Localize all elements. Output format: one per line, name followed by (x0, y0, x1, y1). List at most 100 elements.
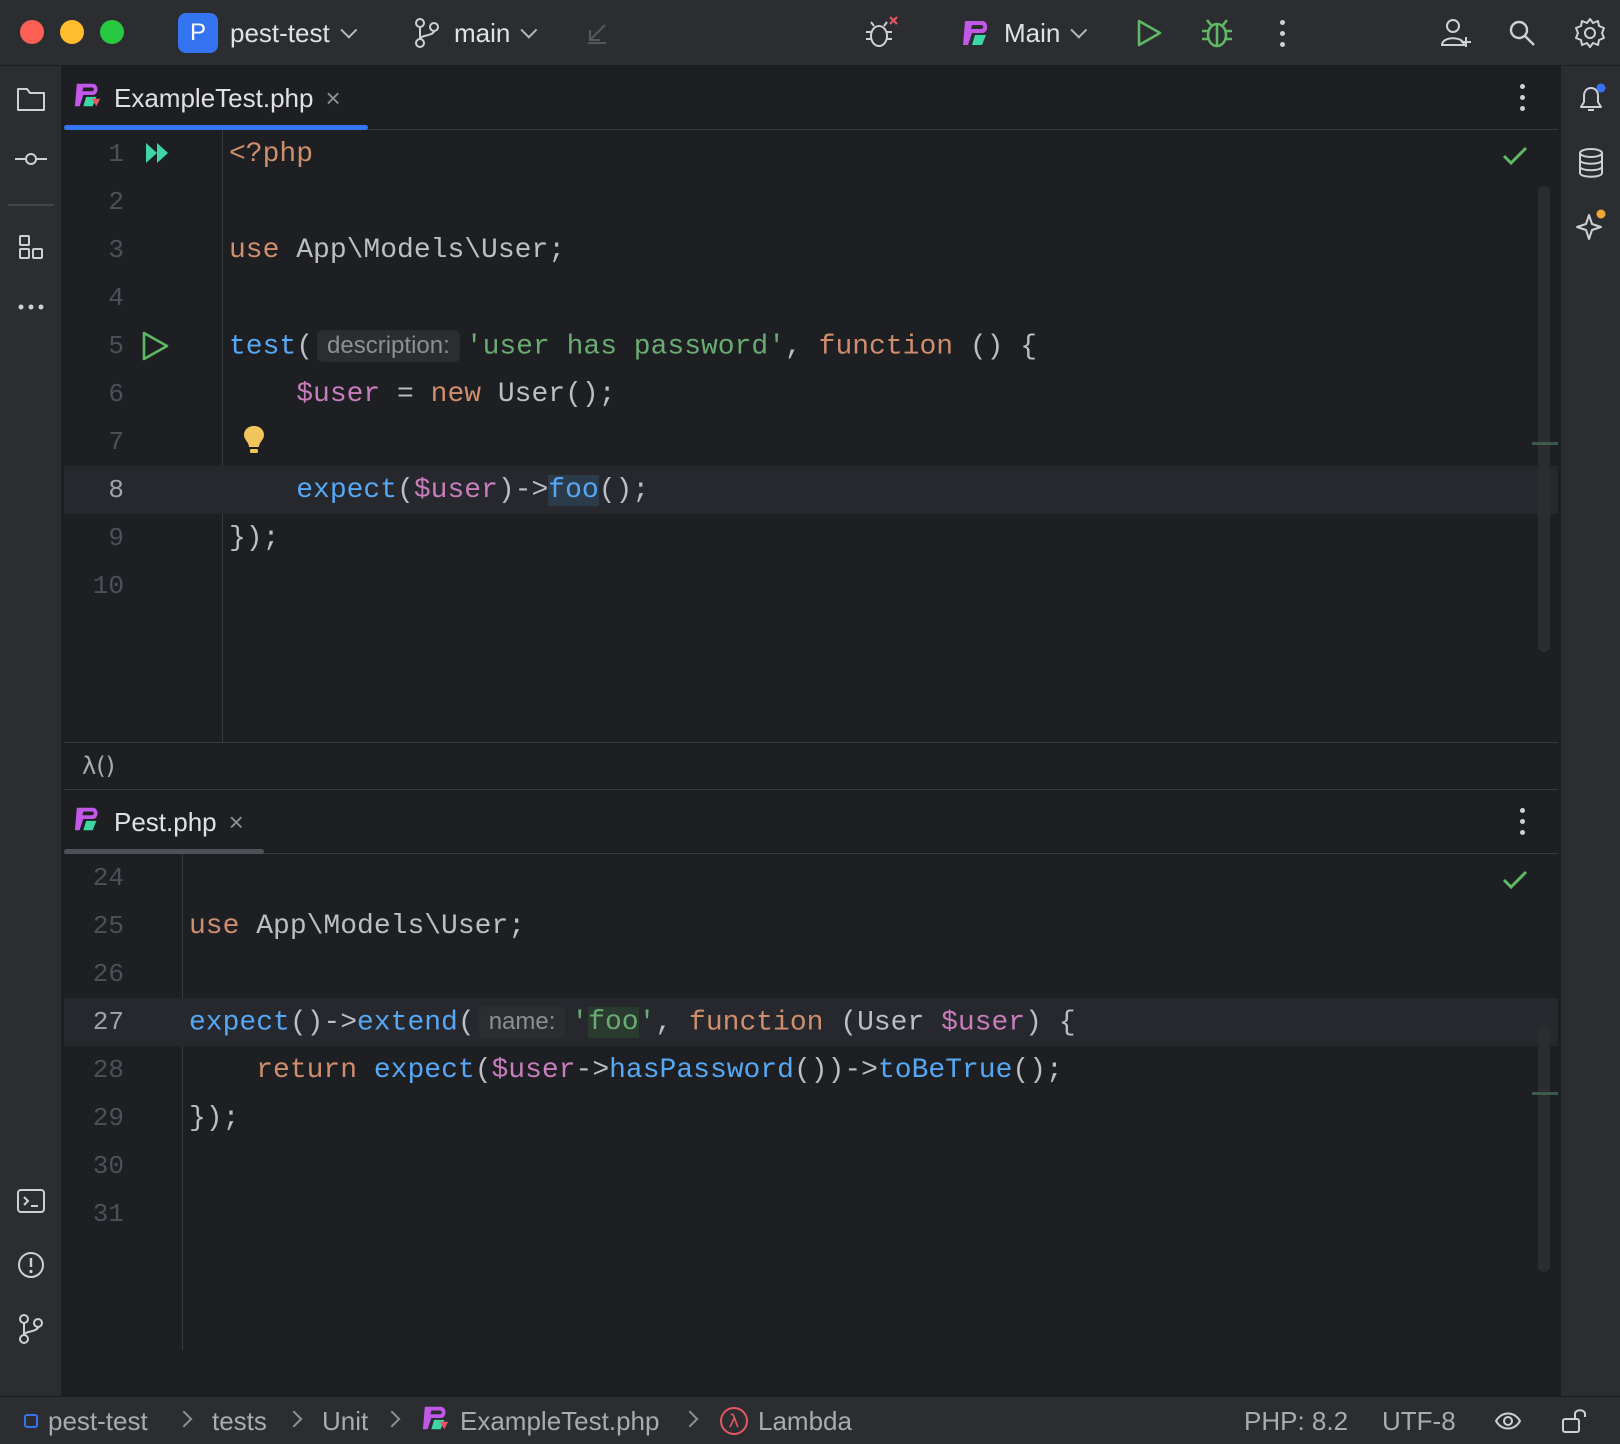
pest-file-icon (74, 805, 102, 840)
commit-tool-button[interactable] (14, 142, 48, 176)
run-all-tests-icon[interactable] (144, 140, 172, 175)
run-test-icon[interactable] (140, 330, 170, 371)
code-text: return expect($user->hasPassword())->toB… (256, 1054, 1063, 1086)
project-switcher[interactable]: P pest-test (178, 0, 358, 66)
run-button[interactable] (1134, 0, 1164, 66)
code-line-current: 27 expect()->extend(name:'foo', function… (64, 998, 1558, 1046)
php-version-widget[interactable]: PHP: 8.2 (1244, 1397, 1348, 1444)
editor-pest[interactable]: Pest.php × 24 25 use App\Models\User; 26… (64, 790, 1558, 1350)
project-tool-button[interactable] (14, 82, 48, 116)
ai-assistant-button[interactable] (1574, 208, 1608, 242)
code-with-me-button[interactable] (1440, 0, 1472, 66)
breadcrumb-symbol[interactable]: λ Lambda (720, 1397, 852, 1444)
tab-pest[interactable]: Pest.php × (64, 790, 244, 854)
close-tab-icon[interactable]: × (325, 83, 340, 114)
right-tool-strip (1560, 66, 1620, 1396)
code-area[interactable]: 1 <?php 2 3 use App\Models\User; 4 5 tes… (64, 130, 1558, 742)
more-tools-button[interactable] (14, 290, 48, 324)
editor-more-button[interactable] (1520, 808, 1528, 835)
run-configuration-selector[interactable]: Main (962, 0, 1088, 66)
chevron-right-icon (285, 1410, 303, 1428)
breadcrumb-project[interactable]: pest-test (24, 1397, 148, 1444)
problems-tool-button[interactable] (14, 1248, 48, 1282)
settings-button[interactable] (1574, 0, 1606, 66)
line-number: 26 (92, 959, 124, 989)
line-number: 4 (108, 283, 124, 313)
left-tool-strip (0, 66, 62, 1396)
breadcrumb-label: tests (212, 1405, 267, 1436)
check-icon[interactable] (1502, 144, 1528, 175)
scrollbar[interactable] (1538, 1026, 1550, 1272)
zoom-window-button[interactable] (100, 20, 124, 44)
branch-name: main (454, 17, 511, 48)
editor-tabbar: Pest.php × (64, 790, 1558, 854)
code-line: 26 (64, 950, 1558, 998)
line-number: 1 (108, 139, 124, 169)
line-number: 29 (92, 1103, 124, 1133)
code-line: 30 (64, 1142, 1558, 1190)
pest-file-icon (74, 81, 102, 116)
more-icon (18, 304, 44, 310)
search-everywhere-button[interactable] (1508, 0, 1536, 66)
structure-tool-button[interactable] (14, 230, 48, 264)
code-line: 9 }); (64, 514, 1558, 562)
debug-icon (1200, 16, 1234, 50)
line-number: 2 (108, 187, 124, 217)
terminal-tool-button[interactable] (14, 1184, 48, 1218)
breadcrumb-file[interactable]: ExampleTest.php (422, 1397, 659, 1444)
more-actions-button[interactable] (1280, 0, 1288, 66)
notifications-button[interactable] (1574, 82, 1608, 116)
line-number: 25 (92, 911, 124, 941)
code-line: 3 use App\Models\User; (64, 226, 1558, 274)
chevron-down-icon (1070, 21, 1088, 39)
lightbulb-icon[interactable] (242, 424, 266, 465)
code-line: 7 (64, 418, 1558, 466)
readonly-icon (1494, 1412, 1522, 1430)
vcs-update-button[interactable] (586, 0, 608, 66)
code-line: 6 $user = new User(); (64, 370, 1558, 418)
code-area[interactable]: 24 25 use App\Models\User; 26 27 expect(… (64, 854, 1558, 1350)
scrollbar[interactable] (1538, 186, 1550, 652)
code-text: }); (189, 1102, 240, 1134)
project-badge: P (178, 13, 218, 53)
code-text: test(description:'user has password', fu… (229, 329, 1038, 363)
problems-icon (18, 1252, 44, 1278)
parameter-hint: name: (478, 1005, 566, 1038)
breadcrumb-label: pest-test (48, 1405, 148, 1436)
notifications-icon (1580, 83, 1606, 111)
line-number: 5 (108, 331, 124, 361)
git-tool-button[interactable] (14, 1312, 48, 1346)
chevron-down-icon (520, 21, 538, 39)
code-breadcrumb[interactable]: λ() (64, 742, 1558, 790)
editor-example-test[interactable]: ExampleTest.php × 1 <?php 2 3 use App\Mo… (64, 66, 1558, 742)
database-icon (1579, 148, 1603, 178)
status-bar: pest-test tests Unit ExampleTest.php λ L… (0, 1396, 1620, 1444)
debug-button[interactable] (1200, 0, 1234, 66)
close-tab-icon[interactable]: × (229, 807, 244, 838)
code-text: expect($user)->foo(); (296, 474, 650, 506)
editor-more-button[interactable] (1520, 84, 1528, 111)
readonly-toggle[interactable] (1494, 1397, 1522, 1444)
minimize-window-button[interactable] (60, 20, 84, 44)
check-icon[interactable] (1502, 868, 1528, 899)
run-icon (1134, 18, 1164, 48)
encoding-widget[interactable]: UTF-8 (1382, 1397, 1456, 1444)
code-text: }); (229, 522, 280, 554)
php-version-label: PHP: 8.2 (1244, 1405, 1349, 1436)
tab-example-test[interactable]: ExampleTest.php × (64, 66, 341, 130)
bug-reporter-button[interactable] (862, 0, 898, 66)
chevron-right-icon (175, 1410, 193, 1428)
branch-switcher[interactable]: main (414, 0, 538, 66)
code-line: 31 (64, 1190, 1558, 1238)
file-lock-toggle[interactable] (1560, 1397, 1588, 1444)
breadcrumb-lambda[interactable]: λ() (82, 752, 115, 780)
code-line: 28 return expect($user->hasPassword())->… (64, 1046, 1558, 1094)
line-number: 28 (92, 1055, 124, 1085)
add-user-icon (1440, 17, 1472, 49)
breadcrumb-tests[interactable]: tests (212, 1397, 267, 1444)
breadcrumb-unit[interactable]: Unit (322, 1397, 368, 1444)
line-number: 7 (108, 427, 124, 457)
database-tool-button[interactable] (1574, 146, 1608, 180)
close-window-button[interactable] (20, 20, 44, 44)
scroll-marker (1532, 1092, 1558, 1095)
